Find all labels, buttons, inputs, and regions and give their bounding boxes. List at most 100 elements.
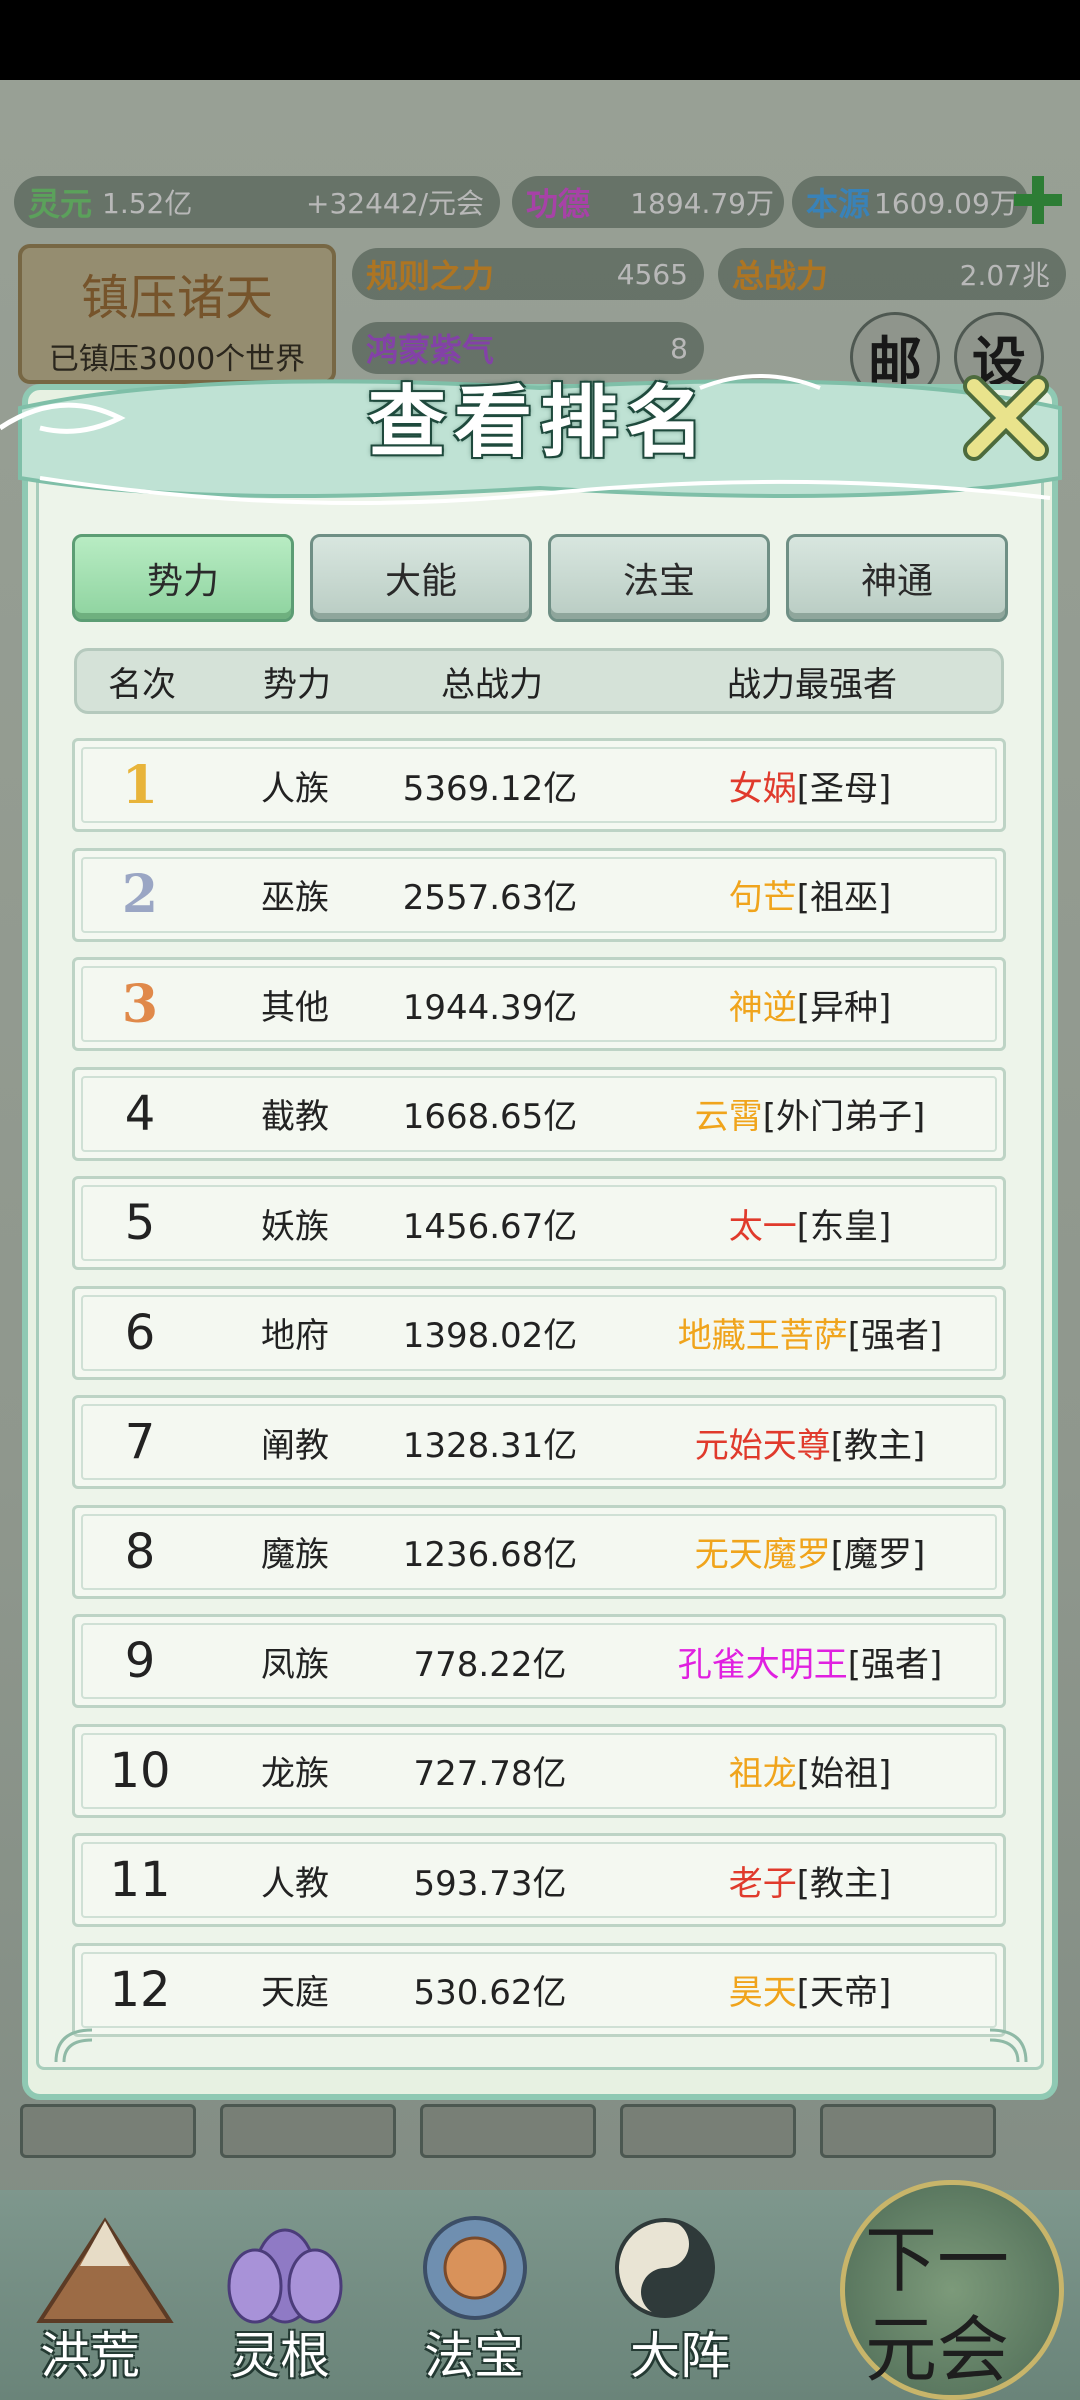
rank-number: 12 bbox=[109, 1961, 171, 2018]
suppress-title: 镇压诸天 bbox=[80, 270, 273, 326]
next-era-line2: 元会 bbox=[865, 2308, 1010, 2392]
strongest-member: 神逆 [异种] bbox=[615, 960, 1005, 1048]
ranking-row[interactable]: 5 妖族 1456.67亿 太一 [东皇] bbox=[72, 1176, 1006, 1270]
tab-shentong[interactable]: 神通 bbox=[786, 534, 1008, 622]
force-name: 妖族 bbox=[261, 1206, 329, 1247]
ranking-header: 名次 势力 总战力 战力最强者 bbox=[74, 648, 1004, 714]
strongest-title: [外门弟子] bbox=[762, 1097, 926, 1137]
slot[interactable] bbox=[220, 2104, 396, 2158]
benyuan-label: 本源 bbox=[806, 185, 871, 223]
strongest-member: 女娲 [圣母] bbox=[615, 741, 1005, 829]
force-name: 魔族 bbox=[261, 1535, 329, 1575]
header-strongest: 战力最强者 bbox=[727, 664, 897, 705]
ranking-row[interactable]: 10 龙族 727.78亿 祖龙 [始祖] bbox=[72, 1723, 1006, 1818]
total-power: 530.62亿 bbox=[413, 1973, 567, 2013]
tab-daneng[interactable]: 大能 bbox=[310, 534, 532, 622]
strongest-title: [天帝] bbox=[796, 1973, 892, 2013]
strongest-name: 地藏王菩萨 bbox=[677, 1316, 848, 1356]
rank-number: 2 bbox=[121, 864, 159, 925]
ranking-row[interactable]: 6 地府 1398.02亿 地藏王菩萨 [强者] bbox=[72, 1285, 1006, 1380]
strongest-member: 无天魔罗 [魔罗] bbox=[615, 1508, 1005, 1596]
ranking-row[interactable]: 3 其他 1944.39亿 神逆 [异种] bbox=[72, 957, 1006, 1051]
nav-honghuang[interactable]: 洪荒 bbox=[30, 2206, 180, 2385]
tab-fabao[interactable]: 法宝 bbox=[548, 534, 770, 622]
strongest-title: [教主] bbox=[796, 1863, 892, 1904]
force-name: 凤族 bbox=[261, 1644, 329, 1685]
total-power: 1944.39亿 bbox=[402, 987, 578, 1028]
ranking-row[interactable]: 1 人族 5369.12亿 女娲 [圣母] bbox=[72, 738, 1006, 832]
nav-fabao[interactable]: 法宝 bbox=[400, 2206, 550, 2385]
guize-value: 4565 bbox=[616, 257, 688, 291]
lingyuan-value: 1.52亿 bbox=[102, 187, 193, 220]
rank-number: 11 bbox=[109, 1852, 171, 1908]
strongest-member: 太一 [东皇] bbox=[615, 1179, 1005, 1267]
ranking-row[interactable]: 2 巫族 2557.63亿 句芒 [祖巫] bbox=[72, 847, 1006, 942]
total-power: 1456.67亿 bbox=[402, 1206, 578, 1247]
zongzhanli-stat: 总战力 2.07兆 bbox=[718, 248, 1066, 300]
force-name: 地府 bbox=[261, 1316, 329, 1356]
strongest-name: 老子 bbox=[728, 1863, 797, 1904]
gongde-label: 功德 bbox=[526, 185, 591, 223]
status-bar bbox=[0, 0, 1080, 80]
benyuan-stat: 本源 1609.09万 bbox=[792, 176, 1028, 228]
ranking-row[interactable]: 8 魔族 1236.68亿 无天魔罗 [魔罗] bbox=[72, 1504, 1006, 1599]
rank-number: 7 bbox=[124, 1414, 156, 1470]
tab-shili[interactable]: 势力 bbox=[72, 534, 294, 622]
tab-label: 法宝 bbox=[622, 561, 695, 602]
strongest-member: 元始天尊 [教主] bbox=[615, 1398, 1005, 1486]
strongest-member: 句芒 [祖巫] bbox=[615, 851, 1005, 939]
plus-icon bbox=[1014, 176, 1062, 224]
next-era-button[interactable]: 下一 元会 bbox=[840, 2180, 1064, 2400]
strongest-member: 祖龙 [始祖] bbox=[615, 1727, 1005, 1815]
total-power: 5369.12亿 bbox=[402, 768, 578, 809]
total-power: 593.73亿 bbox=[413, 1863, 567, 1904]
ranking-row[interactable]: 4 截教 1668.65亿 云霄 [外门弟子] bbox=[72, 1066, 1006, 1161]
rank-number: 3 bbox=[121, 973, 159, 1035]
nav-label: 大阵 bbox=[630, 2327, 730, 2385]
ranking-row[interactable]: 12 天庭 530.62亿 昊天 [天帝] bbox=[72, 1942, 1006, 2037]
lingyuan-stat: 灵元 1.52亿 +32442/元会 bbox=[14, 176, 500, 228]
strongest-member: 老子 [教主] bbox=[615, 1836, 1005, 1924]
force-name: 巫族 bbox=[261, 878, 329, 918]
header-power: 总战力 bbox=[441, 664, 543, 705]
lingyuan-label: 灵元 bbox=[28, 185, 93, 223]
slot[interactable] bbox=[820, 2104, 996, 2158]
tab-label: 大能 bbox=[384, 561, 457, 602]
strongest-name: 句芒 bbox=[728, 878, 797, 918]
close-button[interactable] bbox=[960, 372, 1052, 464]
slot[interactable] bbox=[420, 2104, 596, 2158]
nav-label: 洪荒 bbox=[40, 2327, 140, 2385]
total-power: 1236.68亿 bbox=[402, 1535, 578, 1575]
rank-number: 6 bbox=[124, 1304, 156, 1361]
force-name: 人族 bbox=[261, 768, 329, 809]
strongest-title: [强者] bbox=[847, 1644, 943, 1685]
nav-linggen[interactable]: 灵根 bbox=[210, 2206, 360, 2385]
nav-label: 灵根 bbox=[230, 2327, 330, 2385]
zongzhanli-value: 2.07兆 bbox=[959, 259, 1050, 292]
rank-number: 8 bbox=[124, 1523, 156, 1580]
ranking-row[interactable]: 9 凤族 778.22亿 孔雀大明王 [强者] bbox=[72, 1614, 1006, 1708]
nav-label: 法宝 bbox=[424, 2327, 524, 2385]
gongde-value: 1894.79万 bbox=[630, 187, 774, 220]
slot[interactable] bbox=[20, 2104, 196, 2158]
slot[interactable] bbox=[620, 2104, 796, 2158]
rank-number: 9 bbox=[124, 1633, 156, 1689]
strongest-title: [始祖] bbox=[796, 1754, 892, 1794]
ranking-row[interactable]: 7 阐教 1328.31亿 元始天尊 [教主] bbox=[72, 1395, 1006, 1489]
total-power: 778.22亿 bbox=[413, 1644, 567, 1685]
force-name: 天庭 bbox=[261, 1973, 329, 2013]
close-icon bbox=[963, 375, 1049, 461]
strongest-member: 孔雀大明王 [强者] bbox=[615, 1617, 1005, 1705]
strongest-title: [东皇] bbox=[796, 1206, 892, 1247]
nav-dazhen[interactable]: 大阵 bbox=[590, 2206, 740, 2385]
force-name: 截教 bbox=[261, 1097, 329, 1137]
add-resource-button[interactable] bbox=[1010, 172, 1066, 228]
benyuan-value: 1609.09万 bbox=[874, 187, 1018, 220]
ranking-row[interactable]: 11 人教 593.73亿 老子 [教主] bbox=[72, 1833, 1006, 1927]
rank-number: 1 bbox=[121, 754, 159, 816]
tab-label: 势力 bbox=[146, 561, 219, 602]
strongest-name: 神逆 bbox=[728, 987, 797, 1028]
force-name: 其他 bbox=[261, 987, 329, 1028]
total-power: 2557.63亿 bbox=[402, 878, 578, 918]
total-power: 1328.31亿 bbox=[402, 1425, 578, 1466]
